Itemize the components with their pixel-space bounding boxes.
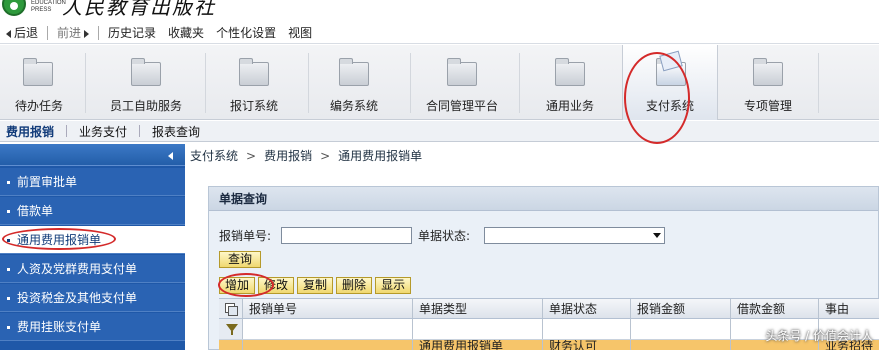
menu-favorites[interactable]: 收藏夹 (162, 24, 210, 41)
doc-no-input[interactable] (281, 227, 413, 244)
menu-view[interactable]: 视图 (282, 24, 318, 41)
logo-english: EDUCATION PRESS (31, 0, 66, 13)
back-arrow-icon (6, 29, 11, 38)
query-form: 报销单号: 单据状态: (219, 227, 666, 244)
folder-icon (753, 58, 783, 86)
delete-button[interactable]: 删除 (336, 277, 373, 294)
filter-input[interactable] (631, 319, 731, 339)
query-button[interactable]: 查询 (219, 251, 262, 268)
folder-icon (555, 58, 585, 86)
grid-header: 报销单号 单据类型 单据状态 报销金额 借款金额 事由 (219, 299, 879, 319)
tab-separator (66, 125, 68, 137)
sidebar-item-hr-party-payment[interactable]: 人资及党群费用支付单 (0, 255, 185, 283)
tile-divider (519, 53, 520, 113)
menu-personalize[interactable]: 个性化设置 (210, 24, 282, 41)
filter-cell[interactable] (219, 319, 243, 339)
select-all-cell[interactable] (219, 299, 243, 318)
tab-report-query[interactable]: 报表查询 (146, 123, 206, 140)
app-header: EDUCATION PRESS 人民教育出版社 (0, 0, 879, 22)
breadcrumb-item[interactable]: 费用报销 (264, 149, 312, 163)
main-content: 支付系统 > 费用报销 > 通用费用报销单 单据查询 报销单号: 单据状态: 查询 增加… (186, 144, 879, 350)
column-header[interactable]: 事由 (819, 299, 879, 318)
logo-chinese: 人民教育出版社 (62, 0, 216, 19)
breadcrumb-item: 通用费用报销单 (338, 149, 423, 163)
forward-button[interactable]: 前进 (51, 24, 95, 41)
sidebar-collapse-bar[interactable] (0, 144, 185, 166)
doc-no-label: 报销单号: (219, 229, 272, 243)
tile-special-projects[interactable]: 专项管理 (726, 45, 810, 120)
folder-icon (339, 58, 369, 86)
forward-arrow-icon (84, 29, 90, 38)
menu-separator (47, 25, 49, 40)
back-button[interactable]: 后退 (0, 24, 44, 41)
tab-expense-reimbursement[interactable]: 费用报销 (0, 123, 60, 140)
table-cell: 通用费用报销单 (413, 340, 543, 350)
copy-button[interactable]: 复制 (297, 277, 334, 294)
status-label: 单据状态: (418, 229, 471, 243)
filter-input[interactable] (543, 319, 631, 339)
table-cell: 财务认可 (543, 340, 631, 350)
sub-navigation: 费用报销 业务支付 报表查询 (0, 121, 879, 142)
document-query-panel: 单据查询 报销单号: 单据状态: 查询 增加 修改 复制 删除 显示 报销单号 … (208, 186, 879, 350)
table-cell (243, 340, 413, 350)
show-button[interactable]: 显示 (375, 277, 412, 294)
column-header[interactable]: 单据类型 (413, 299, 543, 318)
tile-divider (205, 53, 206, 113)
tile-divider (818, 53, 819, 113)
tile-employee-self-service[interactable]: 员工自助服务 (94, 45, 198, 120)
breadcrumb: 支付系统 > 费用报销 > 通用费用报销单 (190, 149, 423, 163)
menu-history[interactable]: 历史记录 (102, 24, 162, 41)
tile-subscription-system[interactable]: 报订系统 (210, 45, 298, 120)
select-all-icon[interactable] (225, 303, 238, 316)
panel-title: 单据查询 (209, 187, 878, 211)
add-button[interactable]: 增加 (219, 277, 256, 294)
status-select[interactable] (484, 227, 666, 244)
grid-toolbar: 增加 修改 复制 删除 显示 (219, 277, 412, 294)
column-header[interactable]: 单据状态 (543, 299, 631, 318)
tile-contract-management[interactable]: 合同管理平台 (414, 45, 510, 120)
tile-payment-system[interactable]: 支付系统 (622, 45, 718, 120)
sidebar-item-expense-accrual-payment[interactable]: 费用挂账支付单 (0, 313, 185, 341)
menu-separator (98, 25, 100, 40)
launchpad: 待办任务 员工自助服务 报订系统 编务系统 合同管理平台 通用业务 支付系统 专… (0, 45, 879, 120)
watermark: 头条号 / 价值会计人 (765, 329, 873, 343)
folder-icon (23, 58, 53, 86)
logo-icon (2, 0, 26, 16)
tile-divider (308, 53, 309, 113)
menu-bar: 后退 前进 历史记录 收藏夹 个性化设置 视图 (0, 22, 879, 44)
tile-general-business[interactable]: 通用业务 (528, 45, 612, 120)
tile-todo[interactable]: 待办任务 (0, 45, 78, 120)
sidebar-item-general-expense[interactable]: 通用费用报销单 (0, 226, 185, 254)
folder-open-icon (656, 58, 686, 86)
query-button-wrap: 查询 (219, 251, 262, 268)
tile-editorial-system[interactable]: 编务系统 (312, 45, 396, 120)
filter-input[interactable] (413, 319, 543, 339)
edit-button[interactable]: 修改 (258, 277, 295, 294)
folder-icon (447, 58, 477, 86)
dropdown-arrow-icon[interactable] (653, 233, 662, 238)
folder-icon (131, 58, 161, 86)
sidebar-item-pre-approval[interactable]: 前置审批单 (0, 168, 185, 196)
column-header[interactable]: 借款金额 (731, 299, 819, 318)
row-select-cell[interactable] (219, 340, 243, 350)
collapse-left-icon[interactable] (168, 152, 173, 160)
breadcrumb-item[interactable]: 支付系统 (190, 149, 238, 163)
table-cell (631, 340, 731, 350)
tile-divider (410, 53, 411, 113)
folder-icon (239, 58, 269, 86)
sidebar: 前置审批单 借款单 通用费用报销单 人资及党群费用支付单 投资税金及其他支付单 … (0, 144, 185, 350)
filter-icon[interactable] (226, 324, 238, 335)
sidebar-item-investment-tax-payment[interactable]: 投资税金及其他支付单 (0, 284, 185, 312)
column-header[interactable]: 报销单号 (243, 299, 413, 318)
column-header[interactable]: 报销金额 (631, 299, 731, 318)
tab-business-payment[interactable]: 业务支付 (73, 123, 133, 140)
tab-separator (139, 125, 141, 137)
filter-input[interactable] (243, 319, 413, 339)
tile-divider (85, 53, 86, 113)
sidebar-item-loan[interactable]: 借款单 (0, 197, 185, 225)
